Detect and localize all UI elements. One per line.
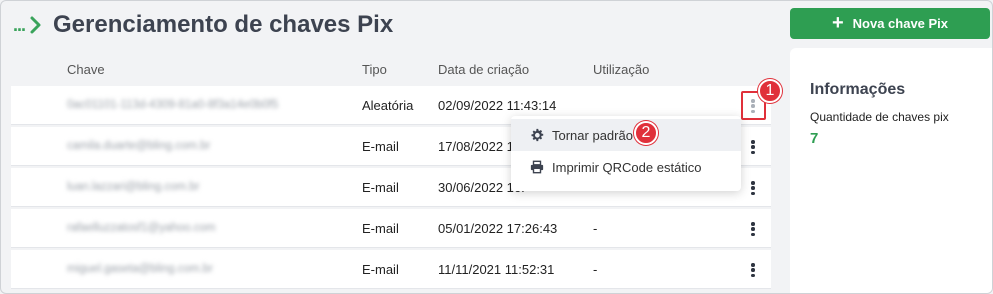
- row-actions-menu: Tornar padrão Imprimir QRCode estático: [511, 116, 741, 191]
- row-created-date: 02/09/2022 11:43:14: [438, 98, 557, 113]
- gear-icon: [531, 128, 544, 142]
- row-usage: -: [593, 262, 598, 277]
- chevron-right-icon: [30, 16, 41, 34]
- row-key: camila.duarte@bling.com.br: [67, 140, 211, 152]
- row-type: Aleatória: [362, 98, 414, 113]
- info-panel-title: Informações: [810, 81, 906, 98]
- more-options-icon[interactable]: [748, 97, 758, 115]
- pix-keys-table: Chave Tipo Data de criação Utilização 0a…: [11, 51, 771, 289]
- row-type: E-mail: [362, 262, 399, 277]
- menu-item-label: Tornar padrão: [552, 127, 633, 143]
- more-options-icon[interactable]: [748, 220, 758, 238]
- row-type: E-mail: [362, 139, 399, 154]
- row-created-date: 05/01/2022 17:26:43: [438, 221, 558, 236]
- callout-badge-2: 2: [634, 121, 658, 145]
- more-options-icon[interactable]: [748, 179, 758, 197]
- breadcrumb-back-dots[interactable]: ...: [13, 15, 26, 36]
- more-options-icon[interactable]: [748, 138, 758, 156]
- table-header: Chave Tipo Data de criação Utilização: [11, 51, 771, 86]
- column-header-data: Data de criação: [438, 62, 530, 77]
- menu-item-print-qrcode[interactable]: Imprimir QRCode estático: [511, 151, 741, 183]
- more-options-icon[interactable]: [748, 261, 758, 279]
- row-type: E-mail: [362, 221, 399, 236]
- new-pix-key-label: Nova chave Pix: [852, 16, 949, 31]
- page-title: Gerenciamento de chaves Pix: [53, 11, 394, 38]
- new-pix-key-button[interactable]: + Nova chave Pix: [790, 8, 990, 39]
- breadcrumb: ... Gerenciamento de chaves Pix: [13, 10, 393, 40]
- row-key: rafaelluzzatosf1@yahoo.com: [67, 222, 216, 234]
- row-type: E-mail: [362, 180, 399, 195]
- printer-icon: [530, 160, 544, 174]
- row-key: luan.lazzari@bling.com.br: [67, 181, 200, 193]
- row-key: miguel.gaseta@bling.com.br: [67, 263, 213, 275]
- row-created-date: 11/11/2021 11:52:31: [438, 262, 555, 277]
- page-frame: ... Gerenciamento de chaves Pix + Nova c…: [0, 0, 993, 294]
- table-row[interactable]: rafaelluzzatosf1@yahoo.com E-mail 05/01/…: [11, 209, 771, 248]
- callout-badge-1: 1: [758, 79, 782, 103]
- menu-item-label: Imprimir QRCode estático: [552, 159, 702, 175]
- pix-key-count-label: Quantidade de chaves pix: [810, 110, 949, 124]
- table-row[interactable]: miguel.gaseta@bling.com.br E-mail 11/11/…: [11, 250, 771, 289]
- row-usage: -: [593, 221, 598, 236]
- pix-key-count-value: 7: [810, 130, 819, 147]
- plus-icon: +: [831, 11, 844, 34]
- column-header-utilizacao: Utilização: [593, 62, 650, 77]
- menu-item-set-default[interactable]: Tornar padrão: [511, 119, 741, 151]
- column-header-chave: Chave: [67, 62, 105, 77]
- column-header-tipo: Tipo: [362, 62, 387, 77]
- info-panel: Informações Quantidade de chaves pix 7: [790, 48, 992, 293]
- row-key: 0ac01101-113d-4309-81a0-8f3a14e0b0f5: [67, 99, 279, 111]
